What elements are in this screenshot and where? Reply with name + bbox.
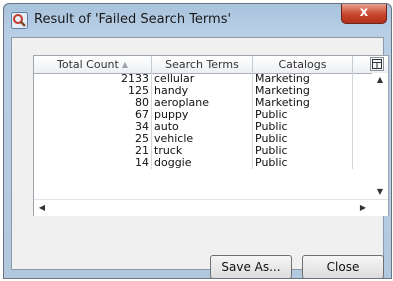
window-title: Result of 'Failed Search Terms' — [34, 12, 232, 27]
table-row[interactable]: 2133 cellular Marketing — [34, 73, 372, 85]
cell-catalog: Public — [253, 109, 353, 121]
header-search-terms[interactable]: Search Terms — [152, 56, 253, 73]
table-row[interactable]: 125 handy Marketing — [34, 85, 372, 97]
table-row[interactable]: 21 truck Public — [34, 145, 372, 157]
scroll-left-icon[interactable]: ◀ — [34, 201, 50, 215]
cell-catalog: Marketing — [253, 97, 353, 109]
cell-search-term: auto — [152, 121, 253, 133]
cell-catalog: Public — [253, 121, 353, 133]
cell-search-term: cellular — [152, 73, 253, 85]
cell-search-term: vehicle — [152, 133, 253, 145]
header-catalogs[interactable]: Catalogs — [253, 56, 353, 73]
column-chooser-icon — [372, 59, 382, 69]
column-chooser-button[interactable] — [370, 57, 384, 71]
cell-search-term: handy — [152, 85, 253, 97]
sort-ascending-icon: ▲ — [121, 60, 128, 69]
cell-catalog: Marketing — [253, 73, 353, 85]
vertical-scrollbar[interactable]: ▲ ▼ — [372, 73, 388, 199]
cell-search-term: truck — [152, 145, 253, 157]
cell-total-count: 125 — [34, 85, 152, 97]
table-row[interactable]: 14 doggie Public — [34, 157, 372, 169]
cell-total-count: 67 — [34, 109, 152, 121]
save-as-button[interactable]: Save As... — [210, 255, 292, 278]
app-icon — [11, 12, 28, 29]
cell-catalog: Public — [253, 133, 353, 145]
dialog-window: Result of 'Failed Search Terms' x Total … — [3, 3, 392, 279]
cell-total-count: 34 — [34, 121, 152, 133]
cell-total-count: 21 — [34, 145, 152, 157]
horizontal-scrollbar[interactable]: ◀ ▶ — [34, 199, 388, 216]
scroll-up-icon[interactable]: ▲ — [372, 73, 388, 87]
title-bar[interactable]: Result of 'Failed Search Terms' x — [4, 4, 391, 37]
header-search-terms-label: Search Terms — [165, 58, 239, 71]
table-body: 2133 cellular Marketing 125 handy Market… — [34, 73, 372, 169]
cell-total-count: 2133 — [34, 73, 152, 85]
table-row[interactable]: 25 vehicle Public — [34, 133, 372, 145]
cell-catalog: Public — [253, 157, 353, 169]
table-row[interactable]: 80 aeroplane Marketing — [34, 97, 372, 109]
scroll-right-icon[interactable]: ▶ — [355, 201, 371, 215]
scroll-down-icon[interactable]: ▼ — [372, 185, 388, 199]
cell-total-count: 80 — [34, 97, 152, 109]
close-button[interactable]: Close — [302, 255, 384, 278]
header-total-count-label: Total Count — [56, 58, 119, 71]
cell-catalog: Marketing — [253, 85, 353, 97]
cell-search-term: puppy — [152, 109, 253, 121]
window-close-button[interactable]: x — [341, 4, 387, 24]
cell-total-count: 14 — [34, 157, 152, 169]
cell-total-count: 25 — [34, 133, 152, 145]
results-table: Total Count ▲ Search Terms Catalogs 2133… — [33, 55, 389, 216]
dialog-content: Total Count ▲ Search Terms Catalogs 2133… — [11, 37, 389, 278]
cell-search-term: aeroplane — [152, 97, 253, 109]
cell-search-term: doggie — [152, 157, 253, 169]
table-row[interactable]: 67 puppy Public — [34, 109, 372, 121]
header-total-count[interactable]: Total Count ▲ — [34, 56, 152, 73]
table-row[interactable]: 34 auto Public — [34, 121, 372, 133]
cell-catalog: Public — [253, 145, 353, 157]
close-icon: x — [359, 5, 369, 20]
table-header: Total Count ▲ Search Terms Catalogs — [34, 56, 388, 74]
header-catalogs-label: Catalogs — [278, 58, 327, 71]
